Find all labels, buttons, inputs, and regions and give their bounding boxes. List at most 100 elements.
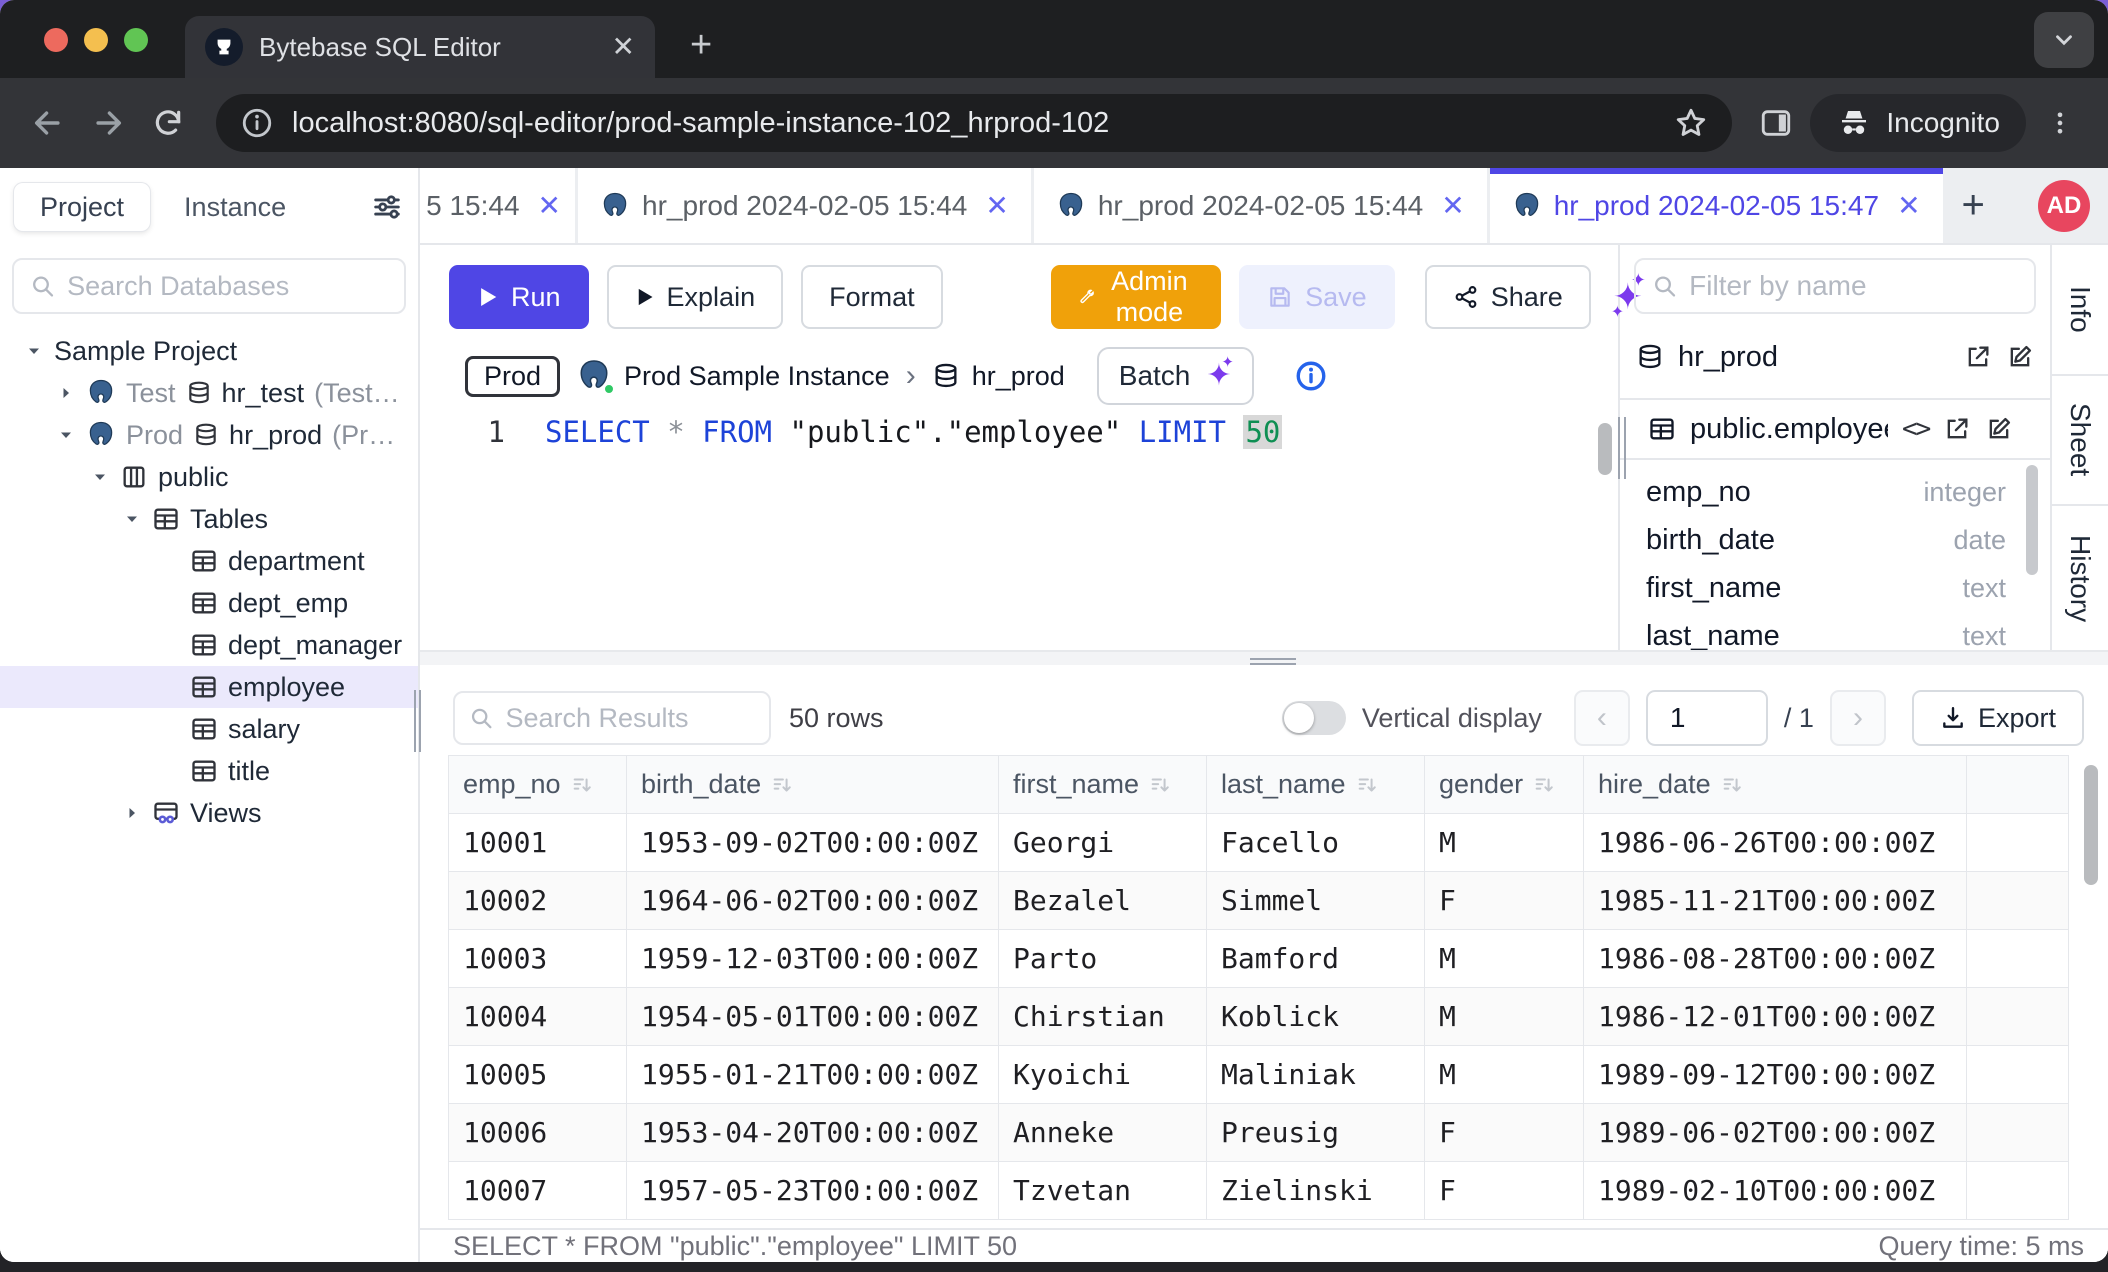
caret-down-icon[interactable]: [90, 469, 110, 485]
close-icon[interactable]: ✕: [985, 189, 1008, 222]
table-cell[interactable]: 1964-06-02T00:00:00Z: [627, 872, 999, 930]
schema-filter[interactable]: [1634, 258, 2036, 314]
table-row[interactable]: 100041954-05-01T00:00:00ZChirstianKoblic…: [449, 988, 2069, 1046]
edit-icon[interactable]: [1985, 415, 2013, 443]
sort-icon[interactable]: [1149, 774, 1171, 796]
database-breadcrumb[interactable]: hr_prod: [932, 361, 1065, 392]
table-cell[interactable]: F: [1425, 872, 1584, 930]
close-window-button[interactable]: [44, 28, 68, 52]
browser-tab[interactable]: Bytebase SQL Editor ✕: [185, 16, 655, 78]
table-row[interactable]: 100071957-05-23T00:00:00ZTzvetanZielinsk…: [449, 1162, 2069, 1220]
table-row[interactable]: 100031959-12-03T00:00:00ZPartoBamfordM19…: [449, 930, 2069, 988]
results-resize-divider[interactable]: [420, 650, 2108, 665]
page-input[interactable]: [1646, 690, 1768, 746]
external-link-icon[interactable]: [1964, 343, 1992, 371]
tree-item-tables-group[interactable]: Tables: [0, 498, 418, 540]
table-cell[interactable]: 1954-05-01T00:00:00Z: [627, 988, 999, 1046]
table-cell[interactable]: M: [1425, 930, 1584, 988]
table-cell[interactable]: 10004: [449, 988, 627, 1046]
table-cell[interactable]: Bezalel: [999, 872, 1207, 930]
save-button[interactable]: Save: [1239, 265, 1395, 329]
tree-item-table-employee[interactable]: employee: [0, 666, 418, 708]
sort-icon[interactable]: [771, 774, 793, 796]
results-search[interactable]: [453, 691, 771, 745]
table-cell[interactable]: F: [1425, 1162, 1584, 1220]
close-icon[interactable]: ✕: [538, 189, 561, 222]
tab-info[interactable]: Info: [2052, 245, 2108, 376]
table-cell[interactable]: Maliniak: [1207, 1046, 1425, 1104]
results-search-input[interactable]: [505, 703, 755, 734]
url-text[interactable]: localhost:8080/sql-editor/prod-sample-in…: [292, 107, 1656, 140]
tree-item-table-title[interactable]: title: [0, 750, 418, 792]
caret-down-icon[interactable]: [122, 511, 142, 527]
column-header-last_name[interactable]: last_name: [1207, 756, 1425, 814]
table-cell[interactable]: Simmel: [1207, 872, 1425, 930]
explain-button[interactable]: Explain: [607, 265, 784, 329]
caret-down-icon[interactable]: [56, 427, 76, 443]
table-cell[interactable]: 10002: [449, 872, 627, 930]
column-header-hire_date[interactable]: hire_date: [1584, 756, 1967, 814]
results-scrollbar[interactable]: [2084, 765, 2098, 885]
table-row[interactable]: 100011953-09-02T00:00:00ZGeorgiFacelloM1…: [449, 814, 2069, 872]
column-row[interactable]: emp_nointeger: [1646, 468, 2006, 516]
site-info-icon[interactable]: [240, 106, 274, 140]
tree-item-project[interactable]: Sample Project: [0, 330, 418, 372]
table-cell[interactable]: 10005: [449, 1046, 627, 1104]
tree-item-hr-test[interactable]: Test hr_test (Test…: [0, 372, 418, 414]
sort-icon[interactable]: [1533, 774, 1555, 796]
instance-breadcrumb[interactable]: Prod Sample Instance: [576, 358, 890, 394]
table-cell[interactable]: Parto: [999, 930, 1207, 988]
next-page-button[interactable]: ›: [1830, 690, 1886, 746]
share-button[interactable]: Share: [1425, 265, 1591, 329]
schema-table-row[interactable]: public.employee <>: [1620, 398, 2050, 460]
column-row[interactable]: birth_datedate: [1646, 516, 2006, 564]
prev-page-button[interactable]: ‹: [1574, 690, 1630, 746]
table-cell[interactable]: M: [1425, 814, 1584, 872]
back-icon[interactable]: [22, 97, 74, 149]
external-link-icon[interactable]: [1943, 415, 1971, 443]
caret-right-icon[interactable]: [122, 805, 142, 821]
table-cell[interactable]: Facello: [1207, 814, 1425, 872]
table-cell[interactable]: M: [1425, 1046, 1584, 1104]
table-row[interactable]: 100061953-04-20T00:00:00ZAnnekePreusigF1…: [449, 1104, 2069, 1162]
user-avatar[interactable]: AD: [2038, 180, 2090, 232]
edit-icon[interactable]: [2006, 343, 2034, 371]
table-cell[interactable]: 1989-02-10T00:00:00Z: [1584, 1162, 1967, 1220]
tab-search-chevron-button[interactable]: [2034, 12, 2094, 68]
worksheet-tab[interactable]: hr_prod 2024-02-05 15:44 ✕: [578, 168, 1031, 243]
table-cell[interactable]: 1986-06-26T00:00:00Z: [1584, 814, 1967, 872]
table-cell[interactable]: 1955-01-21T00:00:00Z: [627, 1046, 999, 1104]
tree-item-schema-public[interactable]: public: [0, 456, 418, 498]
sql-code-area[interactable]: 1 SELECT * FROM "public"."employee" LIMI…: [420, 401, 1618, 449]
column-header-birth_date[interactable]: birth_date: [627, 756, 999, 814]
side-panel-icon[interactable]: [1750, 97, 1802, 149]
sort-icon[interactable]: [1356, 774, 1378, 796]
column-header-emp_no[interactable]: emp_no: [449, 756, 627, 814]
table-cell[interactable]: Preusig: [1207, 1104, 1425, 1162]
info-circle-icon[interactable]: [1294, 359, 1328, 393]
format-button[interactable]: Format: [801, 265, 943, 329]
table-cell[interactable]: Bamford: [1207, 930, 1425, 988]
admin-mode-button[interactable]: Admin mode: [1051, 265, 1222, 329]
table-cell[interactable]: M: [1425, 988, 1584, 1046]
table-row[interactable]: 100021964-06-02T00:00:00ZBezalelSimmelF1…: [449, 872, 2069, 930]
bookmark-star-icon[interactable]: [1674, 106, 1708, 140]
table-cell[interactable]: 1989-06-02T00:00:00Z: [1584, 1104, 1967, 1162]
table-cell[interactable]: F: [1425, 1104, 1584, 1162]
maximize-window-button[interactable]: [124, 28, 148, 52]
tab-history[interactable]: History: [2052, 506, 2108, 650]
tree-item-views-group[interactable]: Views: [0, 792, 418, 834]
url-bar[interactable]: localhost:8080/sql-editor/prod-sample-in…: [216, 94, 1732, 152]
table-cell[interactable]: 1986-08-28T00:00:00Z: [1584, 930, 1967, 988]
code-icon[interactable]: <>: [1902, 414, 1929, 444]
schema-scrollbar[interactable]: [2026, 465, 2038, 575]
reload-icon[interactable]: [142, 97, 194, 149]
worksheet-tab[interactable]: 5 15:44 ✕: [420, 168, 575, 243]
database-search[interactable]: [12, 258, 406, 314]
schema-database-row[interactable]: hr_prod: [1620, 326, 2050, 388]
table-cell[interactable]: Zielinski: [1207, 1162, 1425, 1220]
minimize-window-button[interactable]: [84, 28, 108, 52]
batch-button[interactable]: Batch ✦✦: [1097, 347, 1254, 405]
panel-resize-handle[interactable]: [1618, 417, 1626, 479]
forward-icon[interactable]: [82, 97, 134, 149]
